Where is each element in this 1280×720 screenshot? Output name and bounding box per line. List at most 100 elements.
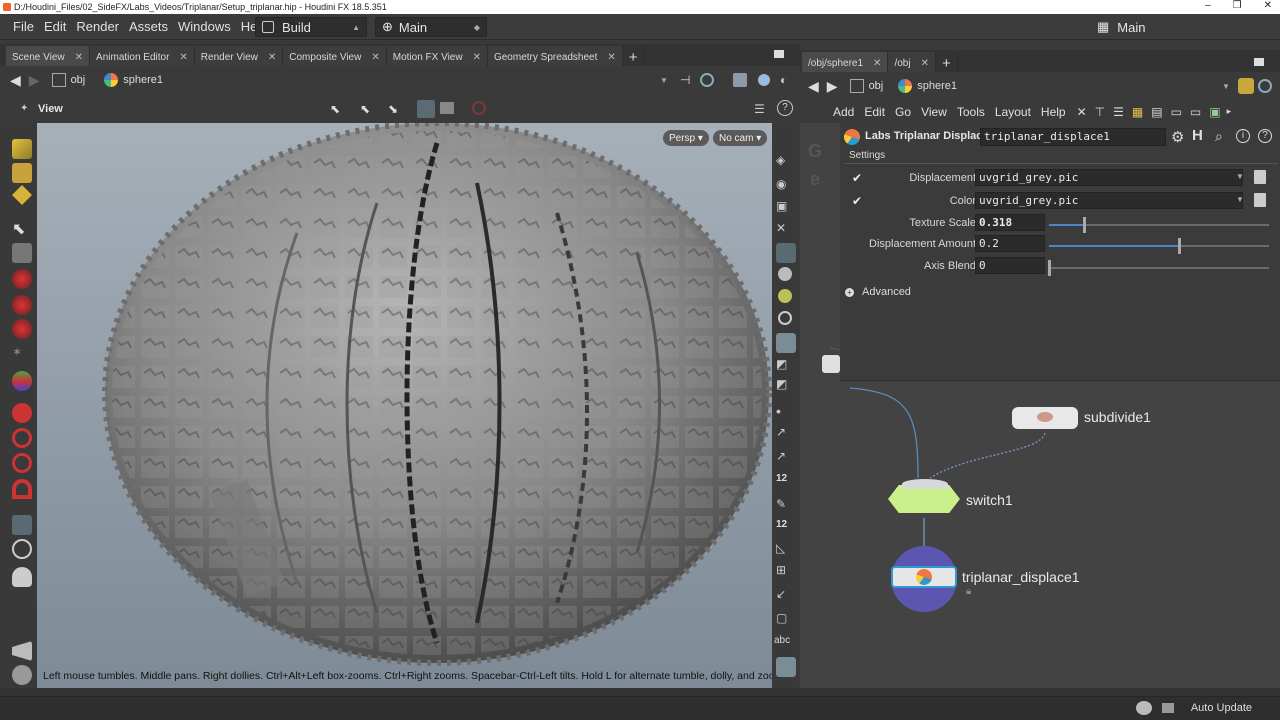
normal-display-icon[interactable]: ↗ (776, 425, 796, 445)
forward-arrow-icon[interactable]: ▶ (827, 78, 838, 95)
help-icon[interactable]: ? (777, 100, 793, 116)
chevron-down-icon[interactable]: ▼ (1236, 172, 1244, 181)
pane-menu-icon[interactable] (1254, 58, 1264, 66)
file-chooser-icon[interactable] (1254, 193, 1266, 207)
select-edges-icon[interactable]: ⬊ (388, 102, 398, 116)
triplanar-node[interactable] (891, 566, 957, 588)
breadcrumb-obj[interactable]: obj (869, 80, 884, 92)
desktop-select[interactable]: Build ▲ (255, 17, 367, 37)
close-tab-icon[interactable]: ✕ (179, 52, 187, 63)
shelf-set-select[interactable]: ⊕ Main ◆ (375, 17, 487, 37)
layout-icon[interactable]: ▭ (1171, 105, 1182, 119)
main-desktop-select[interactable]: ▦ Main (1093, 17, 1273, 37)
view-tool-icon[interactable] (12, 403, 32, 423)
guide-icon[interactable]: ◩ (776, 377, 796, 397)
switch-node[interactable] (888, 485, 960, 513)
tab-obj-sphere1[interactable]: /obj/sphere1 ✕ (802, 52, 889, 74)
grid-view-icon[interactable]: ▦ (1132, 105, 1143, 119)
close-tab-icon[interactable]: ✕ (473, 52, 481, 63)
menu-render[interactable]: Render (71, 19, 124, 34)
rotate-tool-icon[interactable] (12, 185, 32, 205)
pin-icon[interactable] (1238, 78, 1254, 94)
background-icon[interactable]: ◩ (776, 357, 796, 377)
select-mode-icon[interactable]: ⬉ (330, 102, 340, 116)
performance-monitor-icon[interactable] (1136, 701, 1152, 715)
displacement-amount-field[interactable]: 0.2 (975, 235, 1045, 252)
menu-windows[interactable]: Windows (173, 19, 236, 34)
magnet-tool-icon[interactable] (12, 453, 32, 473)
scene-viewport[interactable]: Persp ▾ No cam ▾ Left mouse tumbles. Mid… (37, 123, 772, 688)
close-tab-icon[interactable]: ✕ (873, 58, 881, 69)
snapshot-display-icon[interactable] (776, 657, 796, 677)
camera-icon[interactable]: ◐ (780, 73, 787, 87)
select-tool-icon[interactable] (12, 139, 32, 159)
skeleton-icon[interactable]: ✶ (12, 345, 32, 365)
tree-view-icon[interactable]: ⊤ (1095, 105, 1105, 119)
minimize-button[interactable]: – (1205, 0, 1211, 11)
color-toggle-checkmark-icon[interactable]: ✔ (852, 194, 862, 208)
vector-display-icon[interactable]: ↗ (776, 449, 796, 469)
path-dropdown-icon[interactable]: ▼ (660, 76, 668, 85)
texture-scale-field[interactable]: 0.318 (975, 214, 1045, 231)
hda-icon[interactable]: H (1192, 127, 1203, 144)
expand-plus-icon[interactable]: + (845, 287, 854, 297)
bone-tool-icon[interactable] (12, 319, 32, 339)
notes-icon[interactable]: ▭ (1190, 105, 1201, 119)
net-menu-layout[interactable]: Layout (990, 105, 1036, 119)
close-tab-icon[interactable]: ✕ (607, 52, 615, 63)
snapshot-icon[interactable] (700, 73, 714, 87)
net-menu-go[interactable]: Go (890, 105, 916, 119)
net-menu-edit[interactable]: Edit (859, 105, 890, 119)
breadcrumb-sphere1[interactable]: sphere1 (917, 80, 957, 92)
menu-edit[interactable]: Edit (39, 19, 71, 34)
flipbook-icon[interactable] (12, 641, 32, 661)
net-menu-help[interactable]: Help (1036, 105, 1071, 119)
render-icon[interactable] (12, 665, 32, 685)
search-icon[interactable]: ⌕ (1215, 128, 1223, 145)
bounding-box-icon[interactable]: ▢ (776, 611, 796, 631)
shadow-icon[interactable] (778, 311, 792, 325)
ghost-icon[interactable]: ◉ (776, 177, 796, 197)
close-button[interactable]: ✕ (1264, 0, 1272, 11)
maximize-button[interactable]: ❐ (1233, 0, 1242, 11)
tab-obj[interactable]: /obj ✕ (888, 52, 936, 74)
menu-file[interactable]: File (8, 19, 39, 34)
slider-knob[interactable] (1083, 217, 1087, 233)
texture-icon[interactable] (776, 333, 796, 353)
close-tab-icon[interactable]: ✕ (75, 52, 83, 63)
add-tab-button[interactable]: + (623, 46, 645, 68)
pin-icon[interactable]: ⊣ (680, 73, 690, 87)
vertex-display-icon[interactable]: ◺ (776, 541, 796, 561)
breadcrumb-obj[interactable]: obj (71, 74, 86, 86)
breadcrumb-sphere1[interactable]: sphere1 (123, 74, 163, 86)
point-display-icon[interactable]: • (776, 403, 796, 423)
orbit-tool-icon[interactable] (12, 428, 32, 448)
prim-display-icon[interactable]: ✎ (776, 497, 796, 517)
transform-tool-icon[interactable] (12, 371, 32, 391)
slider-knob[interactable] (1048, 260, 1051, 276)
close-tab-icon[interactable]: ✕ (371, 52, 379, 63)
axis-blend-field[interactable]: 0 (975, 257, 1045, 274)
settings-folder-tab[interactable]: Settings (849, 150, 885, 161)
tab-render-view[interactable]: Render View ✕ (194, 46, 284, 68)
display-options-icon[interactable] (733, 73, 747, 87)
subdivide-node[interactable] (1012, 407, 1078, 429)
point-numbers-icon[interactable]: 12 (776, 473, 796, 493)
displacement-toggle-checkmark-icon[interactable]: ✔ (852, 171, 862, 185)
net-menu-tools[interactable]: Tools (952, 105, 990, 119)
tab-motion-fx-view[interactable]: Motion FX View ✕ (386, 46, 488, 68)
render-region-icon[interactable] (758, 74, 770, 86)
select-points-icon[interactable]: ⬉ (360, 102, 370, 116)
shading-mode-icon[interactable] (776, 243, 796, 263)
lock-camera-icon[interactable]: ▣ (776, 199, 796, 219)
pose-tool-icon[interactable] (12, 295, 32, 315)
back-arrow-icon[interactable]: ◀ (808, 78, 819, 95)
displacement-amount-slider[interactable] (1049, 238, 1269, 254)
auto-update-menu[interactable]: Auto Update (1191, 702, 1252, 714)
info-icon[interactable]: i (1236, 129, 1250, 143)
light-icon[interactable] (778, 267, 792, 281)
tab-scene-view[interactable]: Scene View ✕ (6, 46, 91, 68)
handle-tool-icon[interactable] (12, 269, 32, 289)
wireframe-icon[interactable]: ◈ (776, 153, 796, 173)
pointer-icon[interactable]: ⬉ (12, 219, 32, 239)
